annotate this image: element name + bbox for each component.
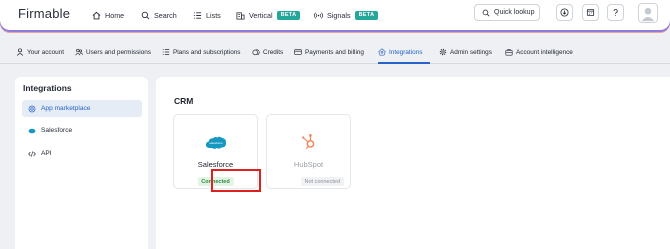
- person-icon: [16, 48, 24, 56]
- user-avatar-icon: [641, 7, 655, 22]
- users-icon: [75, 48, 83, 56]
- tab-label: Integrations: [389, 48, 423, 56]
- nav-vertical[interactable]: Vertical BETA: [236, 8, 301, 22]
- list-icon: [162, 49, 170, 55]
- nav-search-label: Search: [154, 10, 177, 20]
- avatar[interactable]: [638, 3, 658, 23]
- nav-home[interactable]: Home: [92, 8, 124, 22]
- marketplace-icon: [28, 105, 36, 112]
- nav-signals-label: Signals: [327, 10, 351, 20]
- salesforce-logo-text: salesforce: [209, 141, 223, 145]
- tab-users-and-permissions[interactable]: Users and permissions: [75, 48, 151, 56]
- card-name: HubSpot: [293, 160, 324, 169]
- code-icon: [28, 150, 36, 157]
- sidebar-item-api[interactable]: API: [22, 145, 142, 162]
- status-badge-not-connected: Not connected: [300, 177, 344, 186]
- integrations-sidebar: Integrations App marketplace Salesforce …: [15, 77, 148, 249]
- sidebar-item-label: Salesforce: [41, 127, 73, 134]
- sidebar-title: Integrations: [23, 83, 72, 93]
- search-icon: [482, 9, 490, 16]
- settings-tabs: Your account Users and permissions Plans…: [0, 44, 670, 64]
- briefcase-icon: [505, 48, 513, 56]
- sidebar-item-app-marketplace[interactable]: App marketplace: [22, 100, 142, 117]
- section-title-crm: CRM: [174, 96, 194, 106]
- download-icon: [560, 8, 569, 17]
- integration-card-hubspot[interactable]: HubSpot Not connected: [266, 114, 351, 189]
- nav-home-label: Home: [105, 10, 125, 20]
- list-icon: [193, 11, 202, 19]
- calendar-icon: [586, 8, 595, 17]
- card-name: Salesforce: [197, 160, 234, 169]
- sidebar-item-salesforce[interactable]: Salesforce: [22, 122, 142, 139]
- calendar-button[interactable]: [582, 4, 599, 21]
- sidebar-item-label: App marketplace: [41, 105, 91, 112]
- download-button[interactable]: [556, 4, 573, 21]
- integrations-main-panel: CRM salesforce Salesforce Connected HubS…: [156, 77, 670, 249]
- tab-label: Your account: [27, 48, 65, 56]
- tab-label: Account intelligence: [516, 48, 573, 56]
- salesforce-logo: salesforce: [205, 136, 227, 149]
- nav-signals[interactable]: Signals BETA: [314, 8, 379, 22]
- tab-payments-and-billing[interactable]: Payments and billing: [294, 48, 364, 56]
- highlight-box: [211, 169, 261, 192]
- tab-label: Credits: [263, 48, 284, 56]
- tab-integrations[interactable]: Integrations: [378, 48, 422, 56]
- nav-search[interactable]: Search: [141, 8, 177, 22]
- tab-label: Users and permissions: [86, 48, 151, 56]
- tab-plans-and-subscriptions[interactable]: Plans and subscriptions: [162, 48, 241, 56]
- help-icon: [613, 9, 618, 16]
- card-icon: [294, 49, 302, 55]
- signal-icon: [314, 11, 323, 19]
- nav-lists-label: Lists: [206, 10, 221, 20]
- tab-label: Admin settings: [450, 48, 492, 56]
- tab-your-account[interactable]: Your account: [16, 48, 64, 56]
- hubspot-logo: [301, 133, 315, 150]
- search-icon: [141, 11, 150, 19]
- tab-label: Plans and subscriptions: [173, 48, 241, 56]
- salesforce-icon: [28, 128, 36, 133]
- quick-lookup-label: Quick lookup: [494, 9, 535, 16]
- active-tab-underline: [378, 62, 430, 64]
- beta-badge: BETA: [354, 10, 379, 20]
- tab-credits[interactable]: Credits: [252, 48, 283, 56]
- sidebar-item-label: API: [41, 150, 52, 157]
- quick-lookup-button[interactable]: Quick lookup: [474, 4, 540, 21]
- nav-vertical-label: Vertical: [249, 10, 273, 20]
- nav-lists[interactable]: Lists: [193, 8, 221, 22]
- top-navigation-bar: Firmable Home Search Lists Vertical BETA…: [0, 0, 670, 30]
- building-icon: [236, 11, 245, 20]
- integrations-icon: [378, 48, 386, 56]
- brand-logo[interactable]: Firmable: [18, 6, 70, 21]
- tab-account-intelligence[interactable]: Account intelligence: [505, 48, 573, 56]
- tab-admin-settings[interactable]: Admin settings: [439, 48, 492, 56]
- home-icon: [92, 11, 101, 19]
- beta-badge: BETA: [276, 10, 301, 20]
- gear-icon: [439, 48, 447, 56]
- credits-icon: [252, 49, 260, 56]
- tab-label: Payments and billing: [305, 48, 364, 56]
- help-button[interactable]: [607, 4, 624, 21]
